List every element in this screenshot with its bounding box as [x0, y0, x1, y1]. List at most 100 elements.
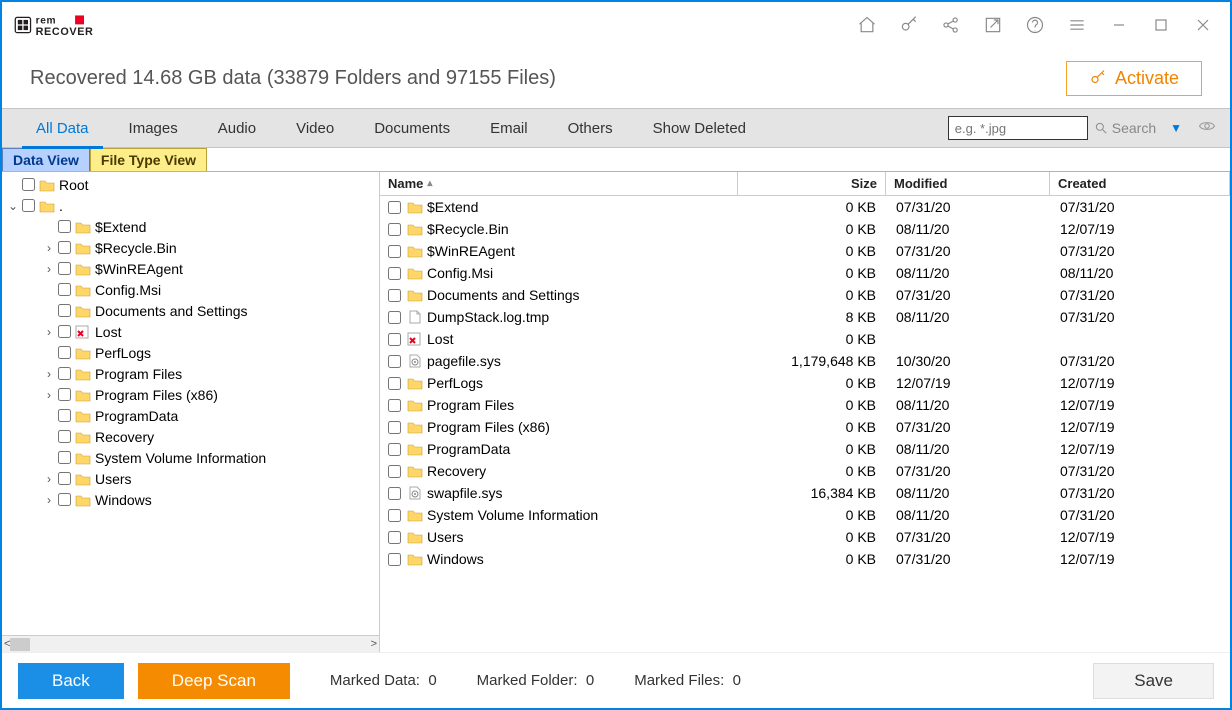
scrollbar-thumb[interactable] [10, 638, 30, 651]
search-input[interactable] [948, 116, 1088, 140]
list-row[interactable]: Program Files (x86)0 KB07/31/2012/07/19 [380, 416, 1230, 438]
list-row[interactable]: $Recycle.Bin0 KB08/11/2012/07/19 [380, 218, 1230, 240]
menu-icon[interactable] [1056, 6, 1098, 44]
export-icon[interactable] [972, 6, 1014, 44]
row-checkbox[interactable] [388, 223, 401, 236]
row-checkbox[interactable] [388, 311, 401, 324]
row-checkbox[interactable] [388, 399, 401, 412]
list-row[interactable]: PerfLogs0 KB12/07/1912/07/19 [380, 372, 1230, 394]
filter-tab-video[interactable]: Video [276, 109, 354, 147]
expand-icon[interactable]: › [42, 493, 56, 507]
row-checkbox[interactable] [388, 245, 401, 258]
filter-tab-show-deleted[interactable]: Show Deleted [633, 109, 766, 147]
list-row[interactable]: Users0 KB07/31/2012/07/19 [380, 526, 1230, 548]
list-row[interactable]: System Volume Information0 KB08/11/2007/… [380, 504, 1230, 526]
back-button[interactable]: Back [18, 663, 124, 699]
column-size[interactable]: Size [738, 172, 886, 195]
tree-item[interactable]: $Extend [2, 216, 379, 237]
tree-checkbox[interactable] [58, 451, 71, 464]
row-checkbox[interactable] [388, 487, 401, 500]
share-icon[interactable] [930, 6, 972, 44]
list-row[interactable]: DumpStack.log.tmp8 KB08/11/2007/31/20 [380, 306, 1230, 328]
tree-item[interactable]: PerfLogs [2, 342, 379, 363]
list-row[interactable]: Program Files0 KB08/11/2012/07/19 [380, 394, 1230, 416]
column-name[interactable]: Name▴ [380, 172, 738, 195]
filter-tab-images[interactable]: Images [109, 109, 198, 147]
row-checkbox[interactable] [388, 531, 401, 544]
help-icon[interactable] [1014, 6, 1056, 44]
search-button[interactable]: Search [1094, 120, 1156, 136]
column-modified[interactable]: Modified [886, 172, 1050, 195]
row-checkbox[interactable] [388, 377, 401, 390]
tree-checkbox[interactable] [58, 241, 71, 254]
expand-icon[interactable]: › [42, 367, 56, 381]
filter-dropdown-icon[interactable]: ▼ [1170, 121, 1182, 135]
key-icon[interactable] [888, 6, 930, 44]
expand-icon[interactable]: › [42, 241, 56, 255]
filter-tab-email[interactable]: Email [470, 109, 548, 147]
tree-item[interactable]: ›Program Files (x86) [2, 384, 379, 405]
minimize-icon[interactable] [1098, 6, 1140, 44]
column-created[interactable]: Created [1050, 172, 1230, 195]
row-checkbox[interactable] [388, 333, 401, 346]
tree-item[interactable]: ›Lost [2, 321, 379, 342]
tree-checkbox[interactable] [22, 178, 35, 191]
row-checkbox[interactable] [388, 421, 401, 434]
tree-checkbox[interactable] [58, 493, 71, 506]
filter-tab-documents[interactable]: Documents [354, 109, 470, 147]
filter-tab-audio[interactable]: Audio [198, 109, 276, 147]
tree-checkbox[interactable] [22, 199, 35, 212]
file-list[interactable]: $Extend0 KB07/31/2007/31/20$Recycle.Bin0… [380, 196, 1230, 652]
tree-item[interactable]: ⌄. [2, 195, 379, 216]
list-row[interactable]: pagefile.sys1,179,648 KB10/30/2007/31/20 [380, 350, 1230, 372]
tree-checkbox[interactable] [58, 283, 71, 296]
tree-checkbox[interactable] [58, 430, 71, 443]
tree-item[interactable]: ›Program Files [2, 363, 379, 384]
home-icon[interactable] [846, 6, 888, 44]
activate-button[interactable]: Activate [1066, 61, 1202, 96]
filter-tab-all-data[interactable]: All Data [16, 109, 109, 147]
row-checkbox[interactable] [388, 443, 401, 456]
tab-data-view[interactable]: Data View [2, 148, 90, 171]
tab-file-type-view[interactable]: File Type View [90, 148, 207, 171]
list-row[interactable]: $Extend0 KB07/31/2007/31/20 [380, 196, 1230, 218]
tree-item[interactable]: ›$Recycle.Bin [2, 237, 379, 258]
expand-icon[interactable]: › [42, 388, 56, 402]
list-row[interactable]: Recovery0 KB07/31/2007/31/20 [380, 460, 1230, 482]
folder-tree[interactable]: Root⌄.$Extend›$Recycle.Bin›$WinREAgentCo… [2, 172, 379, 635]
row-checkbox[interactable] [388, 201, 401, 214]
tree-item[interactable]: System Volume Information [2, 447, 379, 468]
tree-item[interactable]: Config.Msi [2, 279, 379, 300]
list-row[interactable]: Config.Msi0 KB08/11/2008/11/20 [380, 262, 1230, 284]
list-row[interactable]: Windows0 KB07/31/2012/07/19 [380, 548, 1230, 570]
row-checkbox[interactable] [388, 553, 401, 566]
tree-item[interactable]: ›$WinREAgent [2, 258, 379, 279]
row-checkbox[interactable] [388, 267, 401, 280]
filter-tab-others[interactable]: Others [548, 109, 633, 147]
expand-icon[interactable]: › [42, 472, 56, 486]
tree-checkbox[interactable] [58, 304, 71, 317]
collapse-icon[interactable]: ⌄ [6, 199, 20, 213]
tree-item[interactable]: Documents and Settings [2, 300, 379, 321]
tree-item[interactable]: Recovery [2, 426, 379, 447]
row-checkbox[interactable] [388, 509, 401, 522]
tree-checkbox[interactable] [58, 325, 71, 338]
list-row[interactable]: Lost0 KB [380, 328, 1230, 350]
scroll-right-icon[interactable]: > [371, 638, 377, 650]
tree-item[interactable]: ›Users [2, 468, 379, 489]
close-icon[interactable] [1182, 6, 1224, 44]
tree-checkbox[interactable] [58, 262, 71, 275]
tree-checkbox[interactable] [58, 409, 71, 422]
deep-scan-button[interactable]: Deep Scan [138, 663, 290, 699]
tree-checkbox[interactable] [58, 388, 71, 401]
tree-item[interactable]: Root [2, 174, 379, 195]
tree-checkbox[interactable] [58, 220, 71, 233]
tree-checkbox[interactable] [58, 346, 71, 359]
row-checkbox[interactable] [388, 289, 401, 302]
row-checkbox[interactable] [388, 355, 401, 368]
row-checkbox[interactable] [388, 465, 401, 478]
expand-icon[interactable]: › [42, 325, 56, 339]
list-row[interactable]: Documents and Settings0 KB07/31/2007/31/… [380, 284, 1230, 306]
list-row[interactable]: $WinREAgent0 KB07/31/2007/31/20 [380, 240, 1230, 262]
maximize-icon[interactable] [1140, 6, 1182, 44]
